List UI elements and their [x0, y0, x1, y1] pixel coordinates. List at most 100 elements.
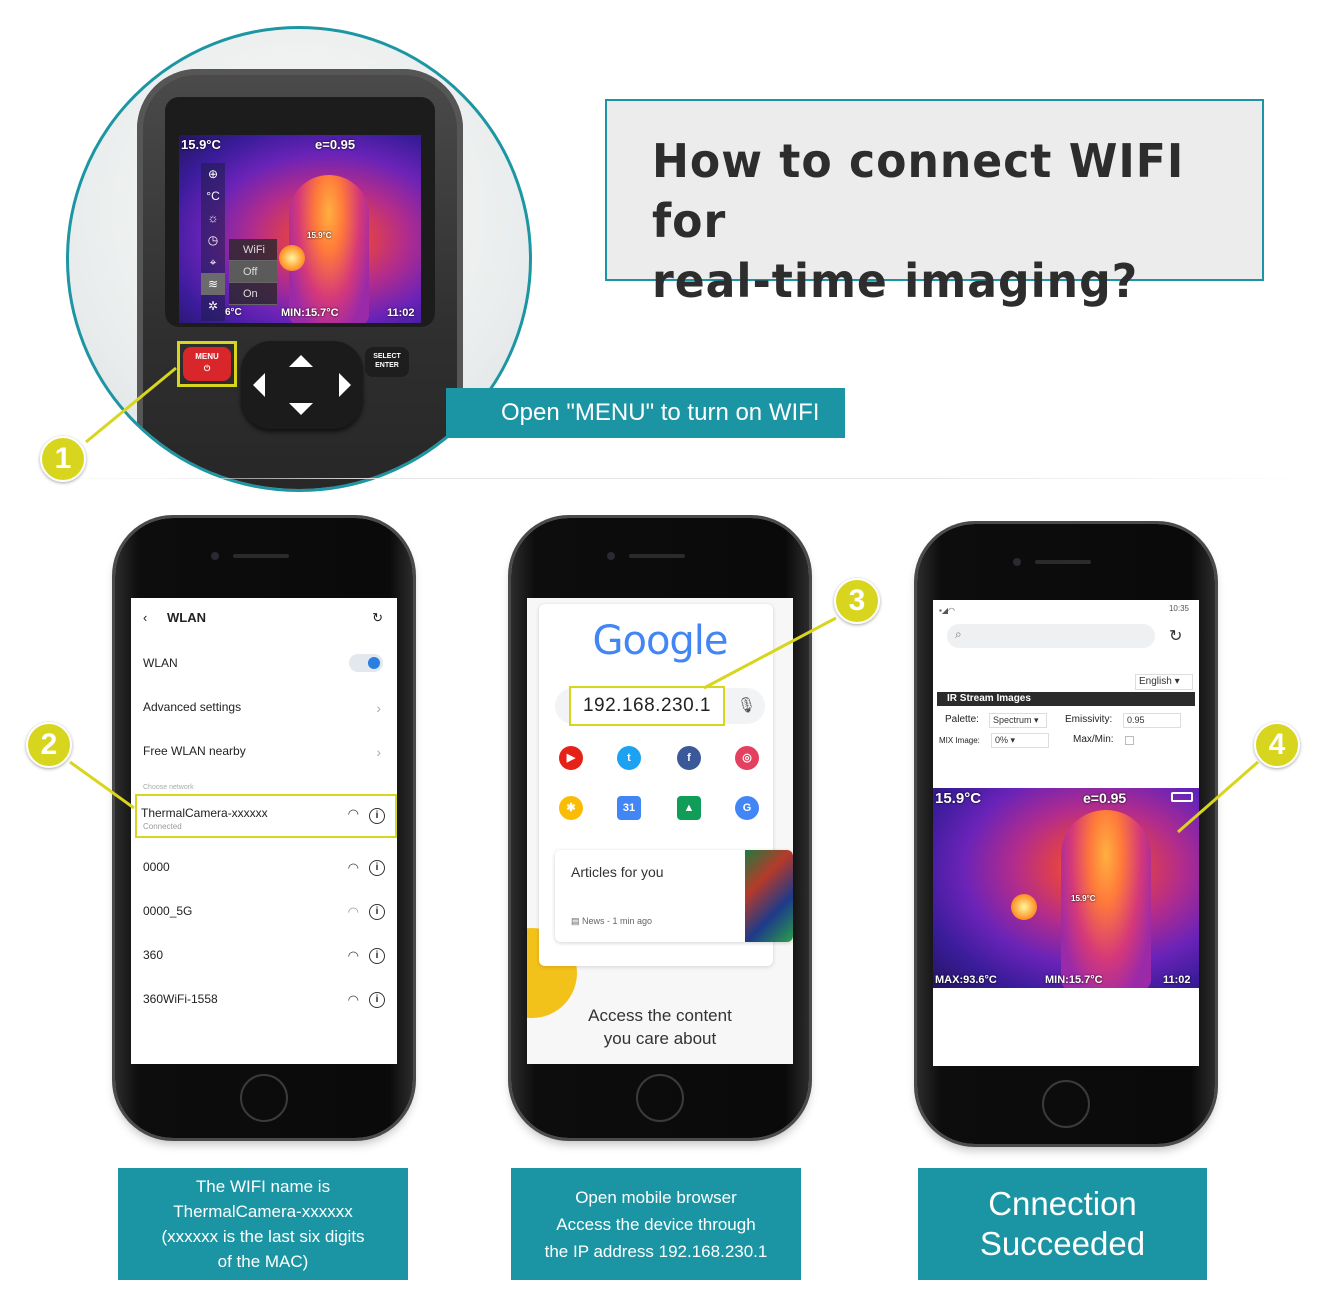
chevron-right-icon: › — [376, 744, 381, 760]
camera-emissivity: e=0.95 — [315, 137, 356, 152]
wlan-toggle[interactable] — [349, 654, 383, 672]
browser-footer: Access the content you care about — [527, 1004, 793, 1050]
caption-browser-line3: the IP address 192.168.230.1 — [544, 1241, 768, 1261]
back-icon[interactable]: ‹ — [143, 610, 147, 625]
wifi-signal-icon: ◠ — [347, 904, 359, 919]
battery-icon — [1171, 792, 1193, 802]
article-thumbnail — [745, 850, 793, 942]
caption-wlan-line3: (xxxxxx is the last six digits — [161, 1227, 365, 1246]
photos-icon[interactable]: ✱ — [559, 796, 583, 820]
wifi-menu-title: WiFi — [229, 239, 277, 261]
info-icon[interactable]: i — [369, 948, 385, 964]
chevron-right-icon: › — [376, 700, 381, 716]
viewer-tabs[interactable]: IR Stream Images — [937, 692, 1195, 706]
emissivity-input[interactable]: 0.95 — [1123, 713, 1181, 728]
wifi-signal-icon: ◠ — [347, 948, 359, 963]
celsius-icon: °C — [206, 189, 220, 203]
translate-icon[interactable]: G — [735, 796, 759, 820]
home-button[interactable] — [636, 1074, 684, 1122]
caption-wlan-line1: The WIFI name is — [195, 1177, 331, 1196]
info-icon[interactable]: i — [369, 860, 385, 876]
stream-time: 11:02 — [1163, 974, 1191, 986]
wlan-title: WLAN — [167, 610, 206, 625]
home-button[interactable] — [1042, 1080, 1090, 1128]
wifi-signal-icon: ◠ — [347, 992, 359, 1007]
status-bar: ▪︎◢◠ — [939, 606, 955, 615]
step-badge-3: 3 — [834, 578, 880, 624]
article-card[interactable]: Articles for you ▤ News - 1 min ago — [555, 850, 793, 942]
wifi-menu-off[interactable]: Off — [229, 261, 277, 283]
stream-emissivity: e=0.95 — [1083, 790, 1127, 806]
palette-select[interactable]: Spectrum ▾ — [989, 713, 1047, 728]
instagram-icon[interactable]: ◎ — [735, 746, 759, 770]
mix-value: 0% — [995, 735, 1009, 745]
info-icon[interactable]: i — [369, 992, 385, 1008]
choose-network-text: Choose network — [143, 784, 194, 791]
language-select[interactable]: English ▾ — [1135, 674, 1193, 690]
home-button[interactable] — [240, 1074, 288, 1122]
camera-spot: 15.9°C — [307, 231, 332, 240]
front-camera — [1013, 558, 1021, 566]
caption-browser-line2: Access the device through — [556, 1214, 756, 1234]
camera-time: 11:02 — [387, 307, 415, 319]
dpad-right-icon — [339, 373, 351, 397]
phone-viewer: ▪︎◢◠ 10:35 ⌕ ↻ English ▾ IR Stream Image… — [917, 524, 1215, 1144]
refresh-icon[interactable]: ↻ — [372, 610, 383, 626]
ip-address-input[interactable]: 192.168.230.1 — [569, 686, 725, 726]
wlan-label: WLAN — [143, 656, 178, 670]
twitter-icon[interactable]: t — [617, 746, 641, 770]
camera-temp: 15.9°C — [181, 137, 221, 152]
article-title: Articles for you — [571, 864, 664, 880]
page-title: How to connect WIFI for real-time imagin… — [652, 131, 1199, 311]
article-meta-text: News - 1 min ago — [582, 916, 653, 926]
menu-highlight — [177, 341, 237, 387]
youtube-icon[interactable]: ▶ — [559, 746, 583, 770]
dpad-left-icon — [253, 373, 265, 397]
palette-label: Palette: — [945, 714, 979, 725]
brightness-icon: ☼ — [207, 211, 219, 225]
title-card: How to connect WIFI for real-time imagin… — [605, 99, 1264, 308]
caption-wlan-line4: of the MAC) — [217, 1252, 309, 1271]
reload-icon[interactable]: ↻ — [1169, 626, 1182, 646]
stream-temp: 15.9°C — [935, 790, 982, 807]
title-line2: real-time imaging? — [652, 254, 1139, 308]
calendar-icon[interactable]: 31 — [617, 796, 641, 820]
wifi-menu: WiFi Off On — [229, 239, 277, 305]
stream-min: MIN:15.7°C — [1045, 974, 1103, 986]
wifi-icon: ≋ — [201, 273, 225, 295]
mix-label: MIX Image: — [939, 736, 980, 745]
camera-dpad[interactable] — [241, 341, 363, 429]
viewer-search-bar[interactable] — [947, 624, 1155, 648]
back-arrow-icon[interactable]: ← — [539, 604, 553, 620]
front-camera — [607, 552, 615, 560]
step-badge-1: 1 — [40, 436, 86, 482]
dpad-up-icon — [289, 355, 313, 367]
facebook-icon[interactable]: f — [677, 746, 701, 770]
search-icon: ⌕ — [955, 627, 962, 641]
thermal-network-highlight — [135, 794, 397, 838]
palette-value: Spectrum — [993, 715, 1032, 725]
thermal-hotspot — [1011, 894, 1037, 920]
mix-select[interactable]: 0% ▾ — [991, 733, 1049, 748]
article-meta: ▤ News - 1 min ago — [571, 916, 653, 926]
wlan-screen: ‹ WLAN ↻ WLAN Advanced settings › Free W… — [131, 598, 397, 1064]
camera-menu-sidebar: ⊕ °C ☼ ◷ ⌖ ≋ ✲ — [201, 163, 225, 321]
language-value: English — [1139, 676, 1172, 687]
front-camera — [211, 552, 219, 560]
speaker — [1035, 560, 1091, 564]
maxmin-checkbox[interactable] — [1125, 736, 1134, 745]
maxmin-label: Max/Min: — [1073, 734, 1114, 745]
google-logo: Google — [592, 618, 728, 664]
caption-wlan-line2: ThermalCamera-xxxxxx — [173, 1202, 353, 1221]
caption-success: Cnnection Succeeded — [918, 1168, 1207, 1280]
camera-select-button[interactable]: SELECT ENTER — [365, 347, 409, 377]
title-line1: How to connect WIFI for — [652, 134, 1185, 248]
info-icon[interactable]: i — [369, 904, 385, 920]
step-badge-4: 4 — [1254, 722, 1300, 768]
wifi-menu-on[interactable]: On — [229, 283, 277, 305]
network-name: 360 — [143, 948, 164, 962]
mic-icon[interactable]: 🎙 — [737, 696, 756, 714]
drive-icon[interactable]: ▲ — [677, 796, 701, 820]
network-name: 360WiFi-1558 — [143, 992, 218, 1006]
footer-line1: Access the content — [588, 1006, 732, 1025]
